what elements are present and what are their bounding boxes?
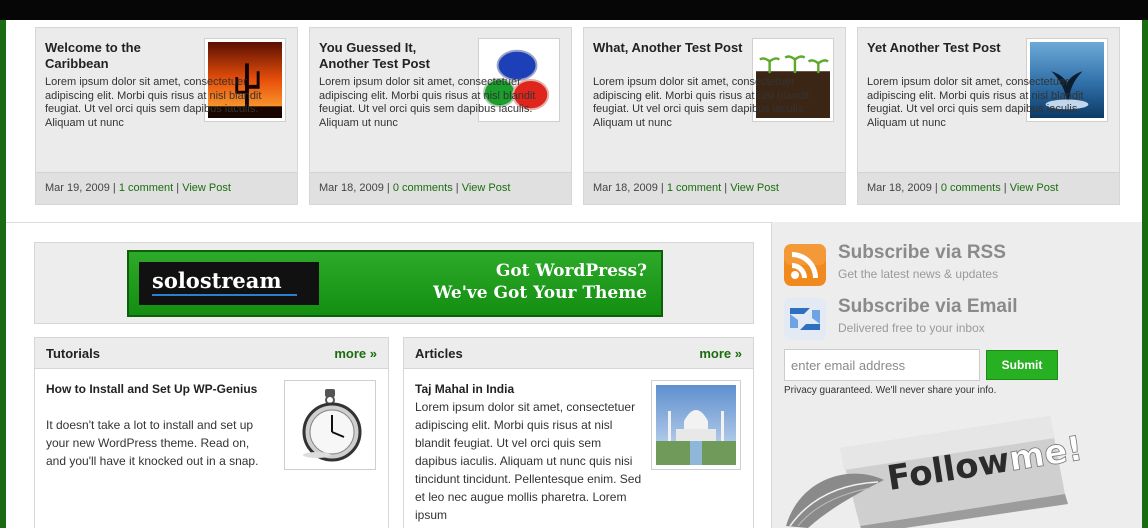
- articles-section: Articles more » Taj Mahal in India Lorem…: [403, 337, 754, 528]
- meta-separator: |: [173, 182, 183, 194]
- post-title-link[interactable]: What, Another Test Post: [593, 40, 743, 56]
- entry-excerpt: Lorem ipsum dolor sit amet, consectetuer…: [415, 400, 642, 522]
- solostream-ad-banner[interactable]: solostream Got WordPress? We've Got Your…: [127, 250, 663, 317]
- banner-line-1: Got WordPress?: [495, 261, 647, 281]
- view-post-link[interactable]: View Post: [182, 182, 231, 194]
- post-excerpt: Lorem ipsum dolor sit amet, consectetuer…: [319, 76, 536, 129]
- section-header: Tutorials more »: [35, 338, 388, 369]
- email-input[interactable]: [784, 349, 980, 381]
- post-meta: Mar 19, 2009 | 1 comment | View Post: [36, 172, 297, 204]
- email-title[interactable]: Subscribe via Email: [838, 296, 1018, 318]
- post-title-link[interactable]: You Guessed It, Another Test Post: [319, 40, 469, 72]
- section-heading: Tutorials: [46, 346, 100, 361]
- solostream-logo: solostream: [139, 262, 319, 305]
- rss-icon: [784, 244, 826, 286]
- meta-separator: |: [452, 182, 462, 194]
- post-meta: Mar 18, 2009 | 0 comments | View Post: [310, 172, 571, 204]
- featured-post-3: What, Another Test Post Lorem ipsum dolo…: [583, 27, 846, 205]
- more-link[interactable]: more »: [334, 346, 377, 361]
- taj-mahal-image: [656, 385, 736, 465]
- comments-link[interactable]: 1 comment: [667, 182, 721, 194]
- email-subscribe-icon: [784, 298, 826, 340]
- meta-separator: |: [109, 182, 119, 194]
- entry-thumbnail[interactable]: [651, 380, 741, 470]
- section-header: Articles more »: [404, 338, 753, 369]
- entry-title-link[interactable]: How to Install and Set Up WP-Genius: [46, 381, 261, 397]
- post-excerpt: Lorem ipsum dolor sit amet, consectetuer…: [45, 76, 262, 129]
- entry-excerpt: It doesn't take a lot to install and set…: [46, 418, 259, 468]
- post-date: Mar 18, 2009: [593, 182, 658, 194]
- banner-line-2: We've Got Your Theme: [433, 283, 647, 303]
- more-link[interactable]: more »: [699, 346, 742, 361]
- comments-link[interactable]: 0 comments: [393, 182, 453, 194]
- meta-separator: |: [383, 182, 393, 194]
- comments-link[interactable]: 1 comment: [119, 182, 173, 194]
- email-subtitle: Delivered free to your inbox: [838, 321, 985, 335]
- meta-separator: |: [721, 182, 731, 194]
- banner-container: solostream Got WordPress? We've Got Your…: [34, 242, 754, 324]
- post-meta: Mar 18, 2009 | 0 comments | View Post: [858, 172, 1119, 204]
- meta-separator: |: [1000, 182, 1010, 194]
- view-post-link[interactable]: View Post: [462, 182, 511, 194]
- featured-post-1: Welcome to the Caribbean Lorem ipsum dol…: [35, 27, 298, 205]
- entry-thumbnail[interactable]: [284, 380, 376, 470]
- content-divider: [6, 222, 771, 223]
- privacy-note: Privacy guaranteed. We'll never share yo…: [784, 385, 997, 396]
- featured-post-2: You Guessed It, Another Test Post Lorem …: [309, 27, 572, 205]
- sidebar: Subscribe via RSS Get the latest news & …: [771, 222, 1142, 528]
- follow-me-badge[interactable]: Followme!: [780, 408, 1080, 528]
- post-date: Mar 19, 2009: [45, 182, 110, 194]
- comments-link[interactable]: 0 comments: [941, 182, 1001, 194]
- post-title-link[interactable]: Yet Another Test Post: [867, 40, 1017, 56]
- view-post-link[interactable]: View Post: [730, 182, 779, 194]
- view-post-link[interactable]: View Post: [1010, 182, 1059, 194]
- post-excerpt: Lorem ipsum dolor sit amet, consectetuer…: [593, 76, 810, 129]
- section-heading: Articles: [415, 346, 463, 361]
- submit-button[interactable]: Submit: [986, 350, 1058, 380]
- entry-title-link[interactable]: Taj Mahal in India: [415, 381, 635, 397]
- meta-separator: |: [657, 182, 667, 194]
- post-excerpt: Lorem ipsum dolor sit amet, consectetuer…: [867, 76, 1084, 129]
- tutorials-section: Tutorials more » How to Install and Set …: [34, 337, 389, 528]
- post-meta: Mar 18, 2009 | 1 comment | View Post: [584, 172, 845, 204]
- post-title-link[interactable]: Welcome to the Caribbean: [45, 40, 195, 72]
- top-bar: [0, 0, 1148, 20]
- meta-separator: |: [931, 182, 941, 194]
- rss-title[interactable]: Subscribe via RSS: [838, 242, 1006, 264]
- stopwatch-icon: [289, 385, 371, 465]
- post-date: Mar 18, 2009: [319, 182, 384, 194]
- featured-post-4: Yet Another Test Post Lorem ipsum dolor …: [857, 27, 1120, 205]
- banner-slogan: Got WordPress? We've Got Your Theme: [433, 260, 647, 304]
- rss-subtitle: Get the latest news & updates: [838, 267, 999, 281]
- post-date: Mar 18, 2009: [867, 182, 932, 194]
